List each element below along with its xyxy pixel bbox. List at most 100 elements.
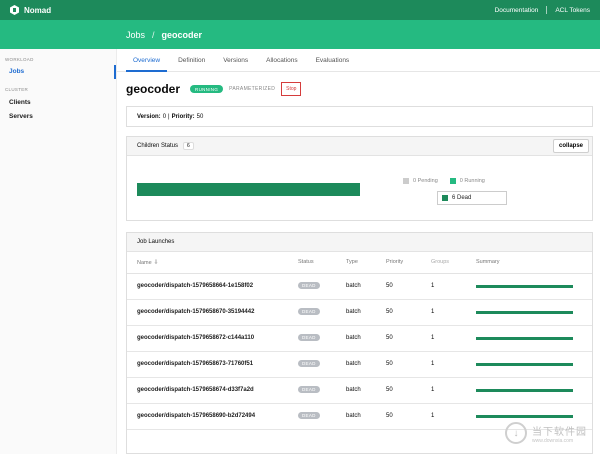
launch-type: batch <box>346 403 386 430</box>
table-row[interactable]: geocoder/dispatch-1579658674-d33f7a2d DEA… <box>127 377 592 404</box>
legend-pending[interactable]: 0 Pending <box>403 178 438 184</box>
launch-status-badge: DEAD <box>298 308 320 315</box>
job-launches-body: geocoder/dispatch-1579658664-1e158f02 DEA… <box>127 273 592 430</box>
job-launches-title: Job Launches <box>137 239 175 245</box>
table-row[interactable]: geocoder/dispatch-1579658664-1e158f02 DEA… <box>127 273 592 300</box>
launch-priority: 50 <box>386 325 431 352</box>
job-info-box: Version: 0 | Priority: 50 <box>126 106 593 127</box>
launch-groups: 1 <box>431 273 476 300</box>
launch-type: batch <box>346 377 386 404</box>
launch-priority: 50 <box>386 377 431 404</box>
tab-versions[interactable]: Versions <box>216 49 255 71</box>
launch-groups: 1 <box>431 377 476 404</box>
legend-running-label: 0 Running <box>459 178 485 184</box>
acl-tokens-link[interactable]: ACL Tokens <box>555 7 590 14</box>
launch-name[interactable]: geocoder/dispatch-1579658673-71760f51 <box>127 351 298 378</box>
launch-priority: 50 <box>386 273 431 300</box>
sidebar-item-clients[interactable]: Clients <box>0 96 116 110</box>
version-value: 0 <box>162 113 167 120</box>
launch-type: batch <box>346 273 386 300</box>
sidebar-section-cluster: CLUSTER <box>5 87 29 92</box>
top-nav-links: Documentation ACL Tokens <box>495 6 590 14</box>
launch-name[interactable]: geocoder/dispatch-1579658664-1e158f02 <box>127 273 298 300</box>
breadcrumb-current[interactable]: geocoder <box>162 30 203 40</box>
launch-status-badge: DEAD <box>298 360 320 367</box>
launch-type: batch <box>346 351 386 378</box>
launch-name[interactable]: geocoder/dispatch-1579658690-b2d72494 <box>127 403 298 430</box>
job-tabs: Overview Definition Versions Allocations… <box>117 49 600 72</box>
launch-name[interactable]: geocoder/dispatch-1579658672-c144a110 <box>127 325 298 352</box>
launch-name[interactable]: geocoder/dispatch-1579658670-35194442 <box>127 299 298 326</box>
table-row[interactable]: geocoder/dispatch-1579658673-71760f51 DEA… <box>127 351 592 378</box>
legend-dead-label: 6 Dead <box>452 195 472 201</box>
documentation-link[interactable]: Documentation <box>495 7 539 14</box>
sidebar-item-servers[interactable]: Servers <box>0 110 116 124</box>
launch-summary-bar[interactable] <box>476 362 573 366</box>
job-title-row: geocoder RUNNING PARAMETERIZED Stop <box>126 82 302 96</box>
column-name-label: Name <box>137 259 152 266</box>
dead-swatch-icon <box>442 195 448 201</box>
watermark-title: 当下软件园 <box>532 426 587 438</box>
sidebar-section-workload: WORKLOAD <box>5 57 34 62</box>
column-groups: Groups <box>431 252 476 274</box>
breadcrumb: Jobs / geocoder <box>0 20 600 49</box>
launch-summary-bar[interactable] <box>476 310 573 314</box>
launch-summary-cell <box>476 273 592 300</box>
column-priority[interactable]: Priority <box>386 252 431 274</box>
launch-type: batch <box>346 325 386 352</box>
children-status-bar[interactable] <box>137 183 360 196</box>
children-legend: 0 Pending 0 Running <box>403 178 497 184</box>
launch-summary-bar[interactable] <box>476 336 573 340</box>
tab-overview[interactable]: Overview <box>126 49 168 72</box>
launch-status-cell: DEAD <box>298 273 346 300</box>
tab-definition[interactable]: Definition <box>171 49 212 71</box>
launch-groups: 1 <box>431 351 476 378</box>
watermark: ↓ 当下软件园 www.downxia.com <box>505 415 600 451</box>
launch-status-badge: DEAD <box>298 282 320 289</box>
watermark-text: 当下软件园 www.downxia.com <box>532 423 587 444</box>
launch-status-cell: DEAD <box>298 299 346 326</box>
table-row[interactable]: geocoder/dispatch-1579658672-c144a110 DEA… <box>127 325 592 352</box>
column-summary: Summary <box>476 252 592 274</box>
launch-type: batch <box>346 299 386 326</box>
nomad-logo-icon <box>10 5 19 15</box>
launch-status-badge: DEAD <box>298 412 320 419</box>
table-row[interactable]: geocoder/dispatch-1579658670-35194442 DEA… <box>127 299 592 326</box>
breadcrumb-jobs[interactable]: Jobs <box>126 30 145 40</box>
launch-status-cell: DEAD <box>298 351 346 378</box>
info-divider: | <box>168 113 170 120</box>
launch-groups: 1 <box>431 299 476 326</box>
watermark-logo-icon: ↓ <box>505 422 527 444</box>
sidebar-item-jobs[interactable]: Jobs <box>0 65 116 79</box>
legend-pending-label: 0 Pending <box>413 178 438 184</box>
sidebar: WORKLOAD Jobs CLUSTER Clients Servers <box>0 49 117 454</box>
launch-summary-cell <box>476 299 592 326</box>
launch-summary-bar[interactable] <box>476 284 573 288</box>
launch-status-cell: DEAD <box>298 403 346 430</box>
brand-link[interactable]: Nomad <box>10 5 51 15</box>
tab-allocations[interactable]: Allocations <box>259 49 304 71</box>
sort-arrow-icon: ⇩ <box>153 259 159 266</box>
parameterized-tag: PARAMETERIZED <box>229 86 276 92</box>
launch-name[interactable]: geocoder/dispatch-1579658674-d33f7a2d <box>127 377 298 404</box>
running-swatch-icon <box>449 178 456 184</box>
column-name[interactable]: Name ⇩ <box>127 252 298 274</box>
priority-label: Priority: <box>171 113 195 120</box>
pending-swatch-icon <box>403 178 409 184</box>
legend-running[interactable]: 0 Running <box>449 178 485 184</box>
launch-status-badge: DEAD <box>298 386 320 393</box>
launch-summary-cell <box>476 351 592 378</box>
column-status[interactable]: Status <box>298 252 346 274</box>
tab-evaluations[interactable]: Evaluations <box>309 49 357 71</box>
breadcrumb-separator: / <box>152 29 155 40</box>
launch-priority: 50 <box>386 299 431 326</box>
collapse-button[interactable]: collapse <box>552 139 589 153</box>
launch-summary-bar[interactable] <box>476 388 573 392</box>
legend-dead[interactable]: 6 Dead <box>437 191 507 205</box>
launch-groups: 1 <box>431 325 476 352</box>
stop-button[interactable]: Stop <box>281 82 302 96</box>
column-type[interactable]: Type <box>346 252 386 274</box>
status-badge: RUNNING <box>190 85 224 93</box>
launch-priority: 50 <box>386 351 431 378</box>
children-status-header: Children Status 6 collapse <box>127 137 592 156</box>
